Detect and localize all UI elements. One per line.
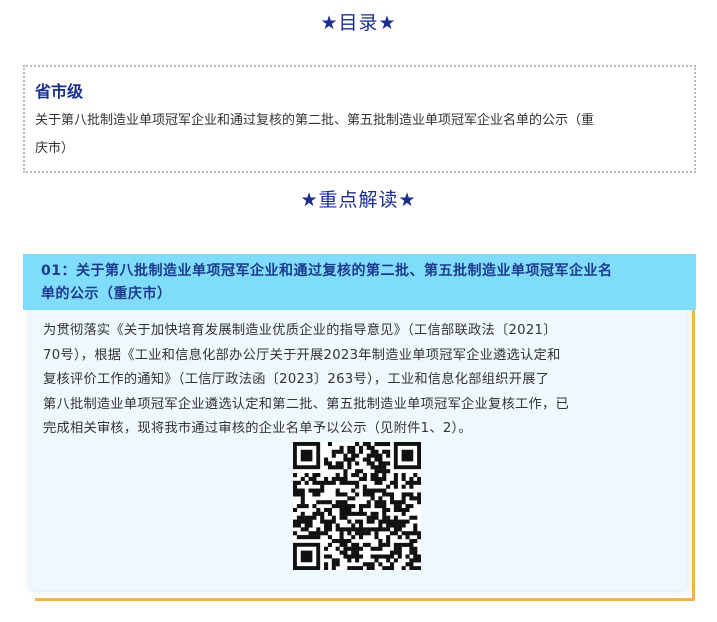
article-body-line: 复核评价工作的通知》（工信厅政法函〔2023〕263号），工业和信息化部组织开展… <box>43 372 550 388</box>
article-header[interactable]: 01：关于第八批制造业单项冠军企业和通过复核的第二批、第五批制造业单项冠军企业名… <box>23 254 696 310</box>
article-body-line: 第八批制造业单项冠军企业遴选认定和第二批、第五批制造业单项冠军企业复核工作，已 <box>43 396 570 412</box>
toc-heading: 省市级 <box>35 82 84 101</box>
article-header-line2: 单的公示（重庆市） <box>41 286 172 302</box>
toc-title: ★目录★ <box>320 12 397 34</box>
article-body-line: 完成相关审核，现将我市通过审核的企业名单予以公示（见附件1、2）。 <box>43 421 472 437</box>
article-header-line1: 01：关于第八批制造业单项冠军企业和通过复核的第二批、第五批制造业单项冠军企业名 <box>41 263 613 279</box>
article-body-line: 为贯彻落实《关于加快培育发展制造业优质企业的指导意见》（工信部联政法〔2021〕 <box>43 323 557 338</box>
toc-link-line1: 关于第八批制造业单项冠军企业和通过复核的第二批、第五批制造业单项冠军企业名单的公… <box>35 113 595 128</box>
toc-link-item[interactable]: 关于第八批制造业单项冠军企业和通过复核的第二批、第五批制造业单项冠军企业名单的公… <box>35 107 684 163</box>
toc-box: 省市级 关于第八批制造业单项冠军企业和通过复核的第二批、第五批制造业单项冠军企业… <box>23 65 696 173</box>
key-reading-title: ★重点解读★ <box>300 189 417 211</box>
qr-code-graphic <box>293 442 421 570</box>
toc-link-line2: 庆市） <box>35 141 75 156</box>
article-body: 为贯彻落实《关于加快培育发展制造业优质企业的指导意见》（工信部联政法〔2021〕… <box>43 319 675 442</box>
article-body-line: 70号），根据《工业和信息化部办公厅关于开展2023年制造业单项冠军企业遴选认定… <box>43 347 561 363</box>
article-card: 01：关于第八批制造业单项冠军企业和通过复核的第二批、第五批制造业单项冠军企业名… <box>23 254 696 601</box>
qr-code-icon[interactable] <box>293 442 421 570</box>
